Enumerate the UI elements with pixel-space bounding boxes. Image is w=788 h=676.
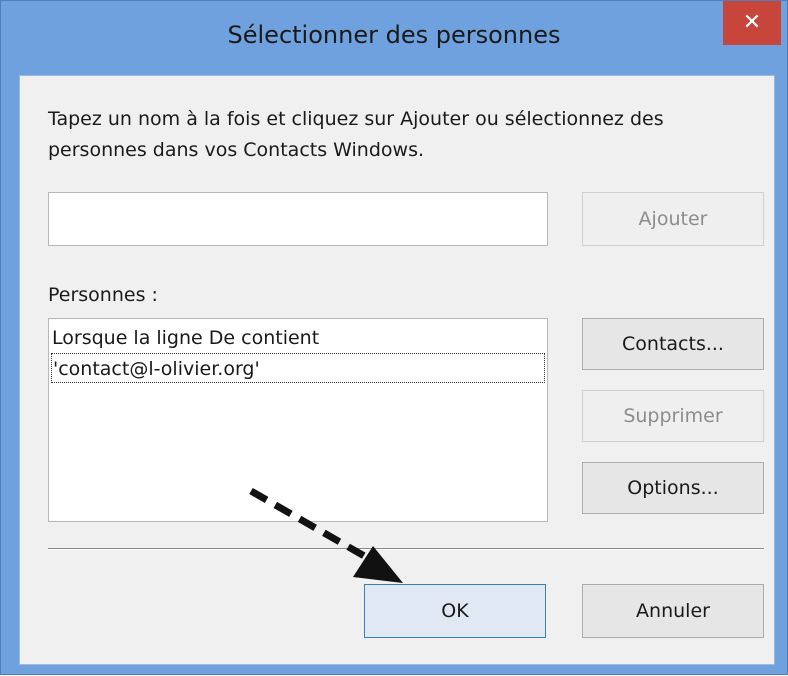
cancel-button[interactable]: Annuler <box>582 584 764 638</box>
contacts-button[interactable]: Contacts... <box>582 318 764 370</box>
people-list[interactable]: Lorsque la ligne De contient 'contact@l-… <box>48 318 548 522</box>
add-button[interactable]: Ajouter <box>582 192 764 246</box>
list-item[interactable]: 'contact@l-olivier.org' <box>51 353 545 383</box>
dialog-body: Tapez un nom à la fois et cliquez sur Aj… <box>19 75 775 665</box>
titlebar[interactable]: Sélectionner des personnes ✕ <box>1 1 787 75</box>
list-item[interactable]: Lorsque la ligne De contient <box>51 323 545 353</box>
select-people-dialog: Sélectionner des personnes ✕ Tapez un no… <box>0 0 788 675</box>
close-button[interactable]: ✕ <box>723 1 781 45</box>
remove-button[interactable]: Supprimer <box>582 390 764 442</box>
ok-button[interactable]: OK <box>364 584 546 638</box>
options-button[interactable]: Options... <box>582 462 764 514</box>
people-label: Personnes : <box>48 284 158 306</box>
dialog-title: Sélectionner des personnes <box>227 21 561 49</box>
close-icon: ✕ <box>742 10 762 35</box>
instructions-text: Tapez un nom à la fois et cliquez sur Aj… <box>48 108 664 161</box>
separator <box>48 548 764 550</box>
name-input[interactable] <box>48 192 548 246</box>
